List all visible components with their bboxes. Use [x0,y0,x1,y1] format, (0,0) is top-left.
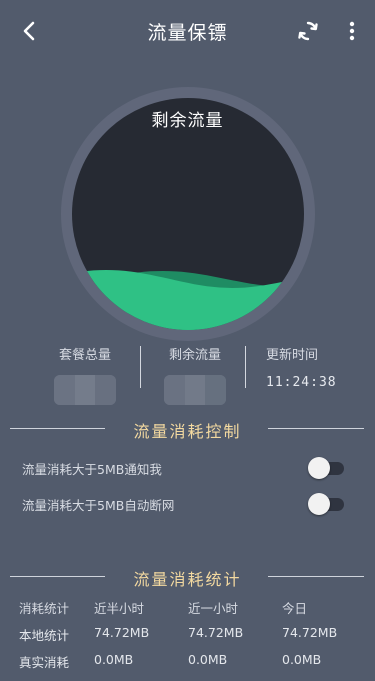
notify-over-5mb-toggle[interactable] [308,457,344,479]
table-header-row: 消耗统计 近半小时 近一小时 今日 [0,596,375,623]
stat-label: 套餐总量 [58,348,111,363]
table-header-cell: 近半小时 [94,601,145,616]
gauge-value-blurred [140,181,235,213]
stat-label: 更新时间 [266,348,319,363]
statistics-section-header: 流量消耗统计 [0,564,375,590]
table-header-cell: 今日 [282,601,308,616]
toggle-label: 流量消耗大于5MB自动断网 [22,498,175,513]
notify-over-5mb-row: 流量消耗大于5MB通知我 [0,455,375,481]
table-cell: 74.72MB [94,625,150,640]
more-options-button[interactable] [340,16,364,46]
section-title: 流量消耗控制 [133,422,242,441]
divider [268,576,364,577]
stat-remaining: 剩余流量 [140,344,250,405]
more-vertical-icon [349,21,355,41]
table-row: 真实消耗 0.0MB 0.0MB 0.0MB [0,650,375,677]
statistics-table: 消耗统计 近半小时 近一小时 今日 本地统计 74.72MB 74.72MB 7… [0,596,375,677]
table-header-cell: 近一小时 [188,601,239,616]
divider [245,346,246,388]
table-cell: 0.0MB [188,652,228,667]
stat-package-total: 套餐总量 [30,344,140,405]
stat-label: 剩余流量 [168,348,221,363]
refresh-button[interactable] [293,16,323,46]
divider [140,346,141,388]
traffic-summary: 套餐总量 剩余流量 更新时间 11:24:38 [0,344,375,405]
stat-updated-time: 更新时间 11:24:38 [256,344,366,390]
toggle-knob [308,457,330,479]
table-cell: 本地统计 [19,628,70,643]
refresh-icon [298,21,318,41]
table-cell: 真实消耗 [19,655,70,670]
stat-value-blurred [54,375,116,405]
table-cell: 74.72MB [188,625,244,640]
toggle-knob [308,493,330,515]
toggle-label: 流量消耗大于5MB通知我 [22,462,162,477]
stat-value-blurred [164,375,226,405]
gauge-label: 剩余流量 [151,111,224,131]
table-cell: 74.72MB [282,625,338,640]
app-bar: 流量保镖 [0,0,375,62]
stat-value: 11:24:38 [266,375,337,390]
control-section-header: 流量消耗控制 [0,416,375,442]
table-cell: 0.0MB [94,652,134,667]
section-title: 流量消耗统计 [133,570,242,589]
divider [268,428,364,429]
table-row: 本地统计 74.72MB 74.72MB 74.72MB [0,623,375,650]
table-cell: 0.0MB [282,652,322,667]
disconnect-over-5mb-toggle[interactable] [308,493,344,515]
table-header-cell: 消耗统计 [19,601,70,616]
disconnect-over-5mb-row: 流量消耗大于5MB自动断网 [0,491,375,517]
